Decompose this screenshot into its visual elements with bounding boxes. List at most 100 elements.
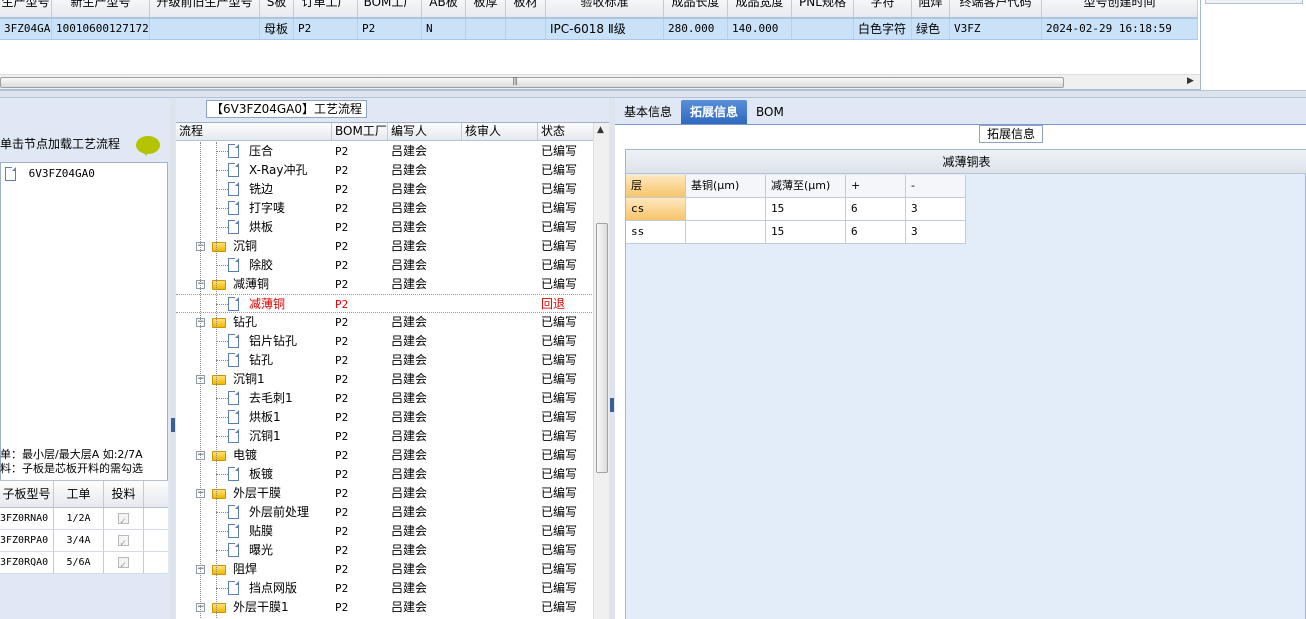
flow-row[interactable]: X-Ray冲孔 P2 吕建会 已编写 — [176, 161, 594, 180]
cell-base-copper[interactable] — [686, 221, 766, 244]
cell-writer[interactable]: 吕建会 — [388, 446, 462, 465]
product-grid-cell[interactable]: 3FZ04GA0 — [0, 19, 52, 39]
cell-reviewer[interactable] — [462, 351, 538, 370]
cell-bom-factory[interactable]: P2 — [332, 332, 388, 351]
cell-bom-factory[interactable]: P2 — [332, 256, 388, 275]
tab-basic-info[interactable]: 基本信息 — [615, 100, 681, 124]
horizontal-scrollbar[interactable]: ||| ▶ — [0, 74, 1200, 89]
cell-status[interactable]: 已编写 — [538, 256, 594, 275]
cell-writer[interactable]: 吕建会 — [388, 199, 462, 218]
product-grid-cell[interactable]: 2024-02-29 16:18:59 — [1042, 19, 1198, 39]
cell-status[interactable]: 已编写 — [538, 427, 594, 446]
cell-writer[interactable] — [388, 295, 462, 312]
cell-status[interactable]: 已编写 — [538, 161, 594, 180]
flow-row[interactable]: 除胶 P2 吕建会 已编写 — [176, 256, 594, 275]
cell-status[interactable]: 已编写 — [538, 180, 594, 199]
feed-checkbox[interactable] — [104, 530, 144, 554]
cell-reviewer[interactable] — [462, 295, 538, 312]
flow-row[interactable]: 板镀 P2 吕建会 已编写 — [176, 465, 594, 484]
cell-bom-factory[interactable]: P2 — [332, 484, 388, 503]
cell-bom-factory[interactable]: P2 — [332, 579, 388, 598]
product-grid-cell[interactable]: 白色字符 — [854, 19, 912, 39]
cell-bom-factory[interactable]: P2 — [332, 199, 388, 218]
flow-row[interactable]: 压合 P2 吕建会 已编写 — [176, 142, 594, 161]
cell-writer[interactable]: 吕建会 — [388, 484, 462, 503]
product-grid-header-cell[interactable]: 字符 — [854, 0, 912, 17]
cell-writer[interactable]: 吕建会 — [388, 598, 462, 617]
product-grid-header-cell[interactable]: S板 — [260, 0, 294, 17]
cell-writer[interactable]: 吕建会 — [388, 332, 462, 351]
cell-status[interactable]: 回退 — [538, 295, 594, 312]
flow-row[interactable]: 贴膜 P2 吕建会 已编写 — [176, 522, 594, 541]
product-grid-header-cell[interactable]: 订单工厂 — [294, 0, 358, 17]
cell-status[interactable]: 已编写 — [538, 142, 594, 161]
flow-row[interactable]: 曝光 P2 吕建会 已编写 — [176, 541, 594, 560]
flow-row[interactable]: − 沉铜 P2 吕建会 已编写 — [176, 237, 594, 256]
cell-bom-factory[interactable]: P2 — [332, 427, 388, 446]
cell-writer[interactable]: 吕建会 — [388, 351, 462, 370]
cell-reviewer[interactable] — [462, 598, 538, 617]
flow-row[interactable]: 钻孔 P2 吕建会 已编写 — [176, 351, 594, 370]
cell-status[interactable]: 已编写 — [538, 484, 594, 503]
product-grid-cell[interactable]: 280.000 — [664, 19, 728, 39]
cell-bom-factory[interactable]: P2 — [332, 370, 388, 389]
cell-reviewer[interactable] — [462, 446, 538, 465]
cell-reviewer[interactable] — [462, 180, 538, 199]
cell-writer[interactable]: 吕建会 — [388, 218, 462, 237]
cell-reviewer[interactable] — [462, 560, 538, 579]
cell-writer[interactable]: 吕建会 — [388, 389, 462, 408]
cell-minus[interactable]: 3 — [906, 221, 966, 244]
cell-sub-board-model[interactable]: 3FZ0RQA0 — [0, 552, 54, 573]
product-grid-header-cell[interactable]: PNL规格 — [792, 0, 854, 17]
cell-writer[interactable]: 吕建会 — [388, 579, 462, 598]
cell-bom-factory[interactable]: P2 — [332, 275, 388, 294]
cell-status[interactable]: 已编写 — [538, 389, 594, 408]
product-grid-header-cell[interactable]: 生产型号 — [0, 0, 52, 17]
tree-node-root[interactable]: 6V3FZ04GA0 — [5, 165, 95, 183]
cell-reviewer[interactable] — [462, 161, 538, 180]
cell-status[interactable]: 已编写 — [538, 522, 594, 541]
flow-row[interactable]: 烘板1 P2 吕建会 已编写 — [176, 408, 594, 427]
cell-writer[interactable]: 吕建会 — [388, 560, 462, 579]
cell-writer[interactable]: 吕建会 — [388, 427, 462, 446]
cell-status[interactable]: 已编写 — [538, 598, 594, 617]
cell-status[interactable]: 已编写 — [538, 560, 594, 579]
cell-reviewer[interactable] — [462, 465, 538, 484]
checkbox-icon[interactable] — [118, 555, 129, 576]
product-grid-cell[interactable]: N — [422, 19, 466, 39]
cell-reviewer[interactable] — [462, 427, 538, 446]
scroll-up-arrow-icon[interactable]: ▲ — [597, 125, 604, 135]
cell-bom-factory[interactable]: P2 — [332, 465, 388, 484]
product-grid-header-cell[interactable]: 终端客户代码 — [950, 0, 1042, 17]
cell-reviewer[interactable] — [462, 218, 538, 237]
cell-bom-factory[interactable]: P2 — [332, 351, 388, 370]
cell-status[interactable]: 已编写 — [538, 370, 594, 389]
product-grid-cell[interactable]: 母板 — [260, 19, 294, 39]
sub-board-row[interactable]: 3FZ0RQA0 5/6A — [0, 552, 168, 576]
cell-reviewer[interactable] — [462, 522, 538, 541]
flow-row[interactable]: 挡点网版 P2 吕建会 已编写 — [176, 579, 594, 598]
product-grid-header-cell[interactable]: AB板 — [422, 0, 466, 17]
flow-row[interactable]: 外层前处理 P2 吕建会 已编写 — [176, 503, 594, 522]
cell-status[interactable]: 已编写 — [538, 199, 594, 218]
vertical-scrollbar[interactable]: ▲ — [593, 123, 609, 619]
cell-reviewer[interactable] — [462, 237, 538, 256]
cell-sub-board-model[interactable]: 3FZ0RNA0 — [0, 508, 54, 529]
cell-status[interactable]: 已编写 — [538, 275, 594, 294]
table-row[interactable]: ss 15 6 3 — [626, 221, 966, 244]
cell-reviewer[interactable] — [462, 503, 538, 522]
product-grid-cell[interactable]: 10010600127172 — [52, 19, 150, 39]
cell-minus[interactable]: 3 — [906, 198, 966, 221]
cell-reviewer[interactable] — [462, 199, 538, 218]
cell-reviewer[interactable] — [462, 484, 538, 503]
cell-writer[interactable]: 吕建会 — [388, 370, 462, 389]
cell-reviewer[interactable] — [462, 332, 538, 351]
flow-row[interactable]: − 外层干膜1 P2 吕建会 已编写 — [176, 598, 594, 617]
cell-bom-factory[interactable]: P2 — [332, 598, 388, 617]
flow-row[interactable]: 去毛刺1 P2 吕建会 已编写 — [176, 389, 594, 408]
product-grid-cell[interactable] — [792, 19, 854, 39]
cell-reviewer[interactable] — [462, 579, 538, 598]
cell-status[interactable]: 已编写 — [538, 332, 594, 351]
cell-reviewer[interactable] — [462, 313, 538, 332]
cell-reviewer[interactable] — [462, 256, 538, 275]
